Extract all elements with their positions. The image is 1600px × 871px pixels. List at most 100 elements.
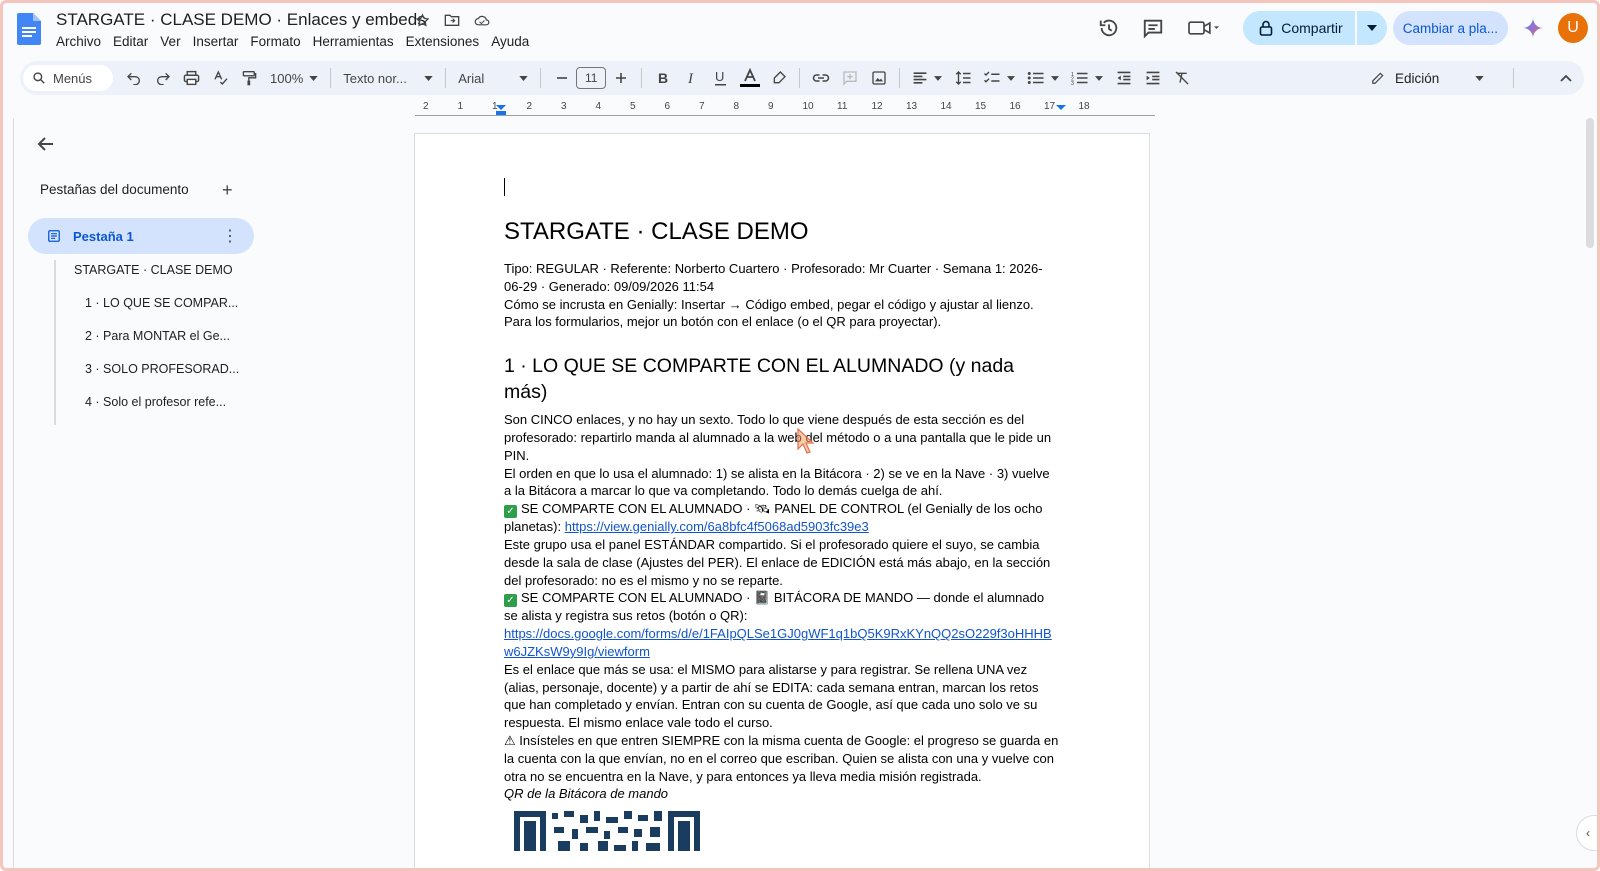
document-title[interactable]: STARGATE · CLASE DEMO · Enlaces y embeds <box>56 10 426 30</box>
menu-search[interactable]: Menús <box>23 65 113 91</box>
ruler-number: 10 <box>802 101 814 112</box>
ruler-number: 8 <box>733 101 740 112</box>
menu-item-editar[interactable]: Editar <box>113 34 153 49</box>
lock-icon <box>1259 20 1273 36</box>
document-heading: STARGATE · CLASE DEMO <box>504 218 809 245</box>
undo-icon[interactable] <box>119 64 148 92</box>
vertical-ruler[interactable] <box>0 118 14 871</box>
meet-icon[interactable] <box>1179 10 1229 46</box>
outline-item[interactable]: 2 · Para MONTAR el Ge... <box>56 326 239 359</box>
panel-link[interactable]: https://view.genially.com/6a8bfc4f5068ad… <box>565 519 869 534</box>
collapse-toolbar-icon[interactable] <box>1560 64 1572 92</box>
version-history-icon[interactable] <box>1091 10 1127 46</box>
clear-formatting-icon[interactable] <box>1167 64 1196 92</box>
align-icon[interactable] <box>906 64 948 92</box>
font-size-input[interactable]: 11 <box>576 67 607 89</box>
document-outline: STARGATE · CLASE DEMO 1 · LO QUE SE COMP… <box>54 260 239 425</box>
font-select[interactable]: Arial <box>452 64 534 92</box>
ruler-number: 7 <box>699 101 705 112</box>
add-comment-icon[interactable] <box>835 64 864 92</box>
document-page[interactable]: STARGATE · CLASE DEMO Tipo: REGULAR · Re… <box>414 133 1150 871</box>
text-color-icon[interactable] <box>735 64 764 92</box>
chevron-down-icon <box>1475 75 1484 81</box>
spellcheck-icon[interactable] <box>206 64 235 92</box>
insert-image-icon[interactable] <box>864 64 893 92</box>
chevron-down-icon <box>1366 25 1377 31</box>
more-vert-icon[interactable]: ⋮ <box>222 226 238 246</box>
bold-icon[interactable]: B <box>648 64 677 92</box>
checklist-icon[interactable] <box>977 64 1021 92</box>
menu-item-ver[interactable]: Ver <box>160 34 185 49</box>
underline-icon[interactable]: U <box>706 64 735 92</box>
embed-paragraph: Cómo se incrusta en Genially: Insertar →… <box>504 296 1034 330</box>
increase-indent-icon[interactable] <box>1138 64 1167 92</box>
ruler-number: 15 <box>975 101 987 112</box>
text-cursor <box>504 178 505 196</box>
add-tab-icon[interactable]: + <box>222 180 233 201</box>
redo-icon[interactable] <box>148 64 177 92</box>
zoom-select[interactable]: 100% <box>264 64 324 92</box>
star-icon[interactable] <box>414 12 430 28</box>
ruler-number: 14 <box>940 101 952 112</box>
menu-search-placeholder: Menús <box>53 70 93 86</box>
toolbar-divider <box>540 68 542 88</box>
chevron-left-icon: ‹ <box>1586 826 1590 840</box>
editing-mode-select[interactable]: Edición <box>1371 71 1484 86</box>
paint-format-icon[interactable] <box>235 64 264 92</box>
mouse-pointer-icon <box>797 428 815 454</box>
outline-item[interactable]: 3 · SOLO PROFESORAD... <box>56 359 239 392</box>
decrease-font-icon[interactable] <box>547 64 576 92</box>
menu-item-ayuda[interactable]: Ayuda <box>491 34 534 49</box>
left-indent-marker-icon[interactable] <box>495 104 507 116</box>
comments-icon[interactable] <box>1135 10 1171 46</box>
document-body[interactable]: STARGATE · CLASE DEMO Tipo: REGULAR · Re… <box>504 178 1060 856</box>
move-folder-icon[interactable] <box>444 12 460 28</box>
menu-item-insertar[interactable]: Insertar <box>193 34 244 49</box>
cloud-saved-icon[interactable] <box>474 12 490 28</box>
vertical-scrollbar[interactable] <box>1586 118 1594 248</box>
decrease-indent-icon[interactable] <box>1109 64 1138 92</box>
warning-paragraph: ⚠ Insísteles en que entren SIEMPRE con l… <box>504 732 1059 784</box>
ruler-number: 5 <box>630 101 636 112</box>
link-icon[interactable] <box>806 64 835 92</box>
docs-logo-icon[interactable] <box>17 13 41 45</box>
ruler-number: 6 <box>664 101 671 112</box>
italic-icon[interactable]: I <box>677 64 706 92</box>
gemini-icon[interactable] <box>1518 13 1548 43</box>
menu-item-archivo[interactable]: Archivo <box>56 34 106 49</box>
bulleted-list-icon[interactable] <box>1021 64 1065 92</box>
style-select[interactable]: Texto nor... <box>337 64 439 92</box>
switch-mode-button[interactable]: Cambiar a pla... <box>1392 11 1508 45</box>
outline-item[interactable]: 1 · LO QUE SE COMPAR... <box>56 293 239 326</box>
svg-text:U: U <box>715 70 724 84</box>
highlight-icon[interactable] <box>764 64 793 92</box>
chevron-down-icon <box>424 75 433 81</box>
back-arrow-icon[interactable] <box>36 134 56 154</box>
outline-item[interactable]: 4 · Solo el profesor refe... <box>56 392 239 425</box>
ruler-baseline <box>415 115 1155 116</box>
avatar[interactable]: U <box>1558 13 1588 43</box>
horizontal-ruler[interactable]: 2 1 1 2 3 4 5 6 7 8 9 10 11 12 13 14 15 16 17 18 <box>415 100 1155 118</box>
qr-code-image[interactable] <box>514 811 700 852</box>
zoom-value: 100% <box>270 70 304 86</box>
numbered-list-icon[interactable]: 123 <box>1065 64 1109 92</box>
chevron-down-icon <box>1007 75 1016 81</box>
right-indent-marker-icon[interactable] <box>1055 104 1067 116</box>
side-panel-toggle[interactable]: ‹ <box>1576 815 1600 851</box>
outline-item[interactable]: STARGATE · CLASE DEMO <box>56 260 239 293</box>
svg-text:B: B <box>658 71 668 85</box>
menu-item-extensiones[interactable]: Extensiones <box>406 34 485 49</box>
line-spacing-icon[interactable] <box>948 64 977 92</box>
bitacora-link[interactable]: https://docs.google.com/forms/d/e/1FAIpQ… <box>504 626 1052 659</box>
ruler-number: 4 <box>595 101 602 112</box>
svg-text:3: 3 <box>1071 81 1074 86</box>
menu-item-formato[interactable]: Formato <box>250 34 305 49</box>
editing-mode-label: Edición <box>1395 70 1440 86</box>
increase-font-icon[interactable] <box>606 64 635 92</box>
menu-item-herramientas[interactable]: Herramientas <box>313 34 399 49</box>
toolbar-divider <box>1513 68 1514 88</box>
share-dropdown-button[interactable] <box>1356 11 1387 45</box>
tab-pestana-1[interactable]: Pestaña 1 ⋮ <box>28 218 254 254</box>
share-button[interactable]: Compartir <box>1243 11 1355 45</box>
print-icon[interactable] <box>177 64 206 92</box>
